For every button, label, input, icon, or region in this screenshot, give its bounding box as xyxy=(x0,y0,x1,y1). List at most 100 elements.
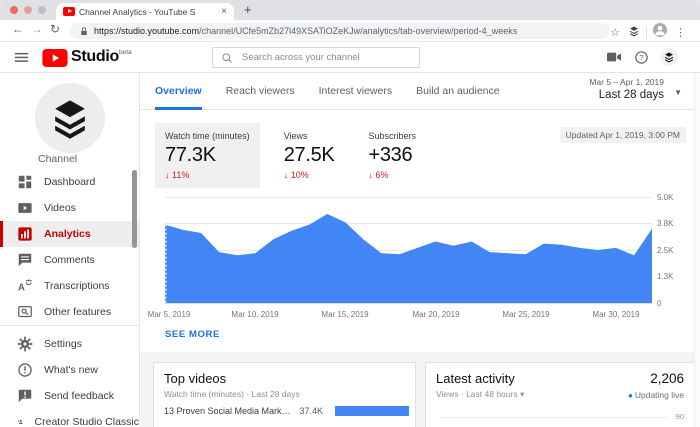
tab-overview[interactable]: Overview xyxy=(155,73,202,110)
latest-activity-subtitle[interactable]: Views · Last 48 hours ▾ xyxy=(436,389,524,400)
date-range-picker[interactable]: Mar 5 – Apr 1, 2019 Last 28 days ▼ xyxy=(589,77,664,101)
youtube-logo[interactable] xyxy=(42,49,68,72)
svg-text:?: ? xyxy=(639,53,643,62)
studio-brand-text: Studio xyxy=(71,48,119,66)
metric-delta: ↓ 10% xyxy=(284,170,335,180)
latest-activity-total: 2,206 xyxy=(650,371,684,386)
channel-avatar[interactable] xyxy=(35,83,105,153)
create-video-icon[interactable] xyxy=(606,50,622,69)
sidebar-item-label: Dashboard xyxy=(44,176,95,188)
studio-header: Studio beta ? xyxy=(0,42,700,73)
layers-logo-icon xyxy=(663,51,675,63)
sidebar-item-label: What's new xyxy=(44,364,98,376)
sidebar-item-comments[interactable]: Comments xyxy=(0,247,139,273)
browser-menu-icon[interactable]: ⋮ xyxy=(675,26,686,39)
search-input[interactable] xyxy=(242,52,402,63)
sidebar-item-label: Creator Studio Classic xyxy=(35,416,139,427)
top-video-title: 13 Proven Social Media Marketing Tips f.… xyxy=(164,406,293,416)
top-videos-subtitle: Watch time (minutes) · Last 28 days xyxy=(164,389,300,399)
sidebar-item-label: Comments xyxy=(44,254,95,266)
sidebar-item-other-features[interactable]: Other features xyxy=(0,299,139,325)
sidebar: Channel Dashboard Videos Analytics xyxy=(0,73,140,427)
browser-tab[interactable]: Channel Analytics - YouTube S × xyxy=(56,3,234,20)
tab-reach-viewers[interactable]: Reach viewers xyxy=(226,73,295,110)
top-video-bar xyxy=(335,406,409,416)
analytics-icon xyxy=(17,226,33,242)
tab-close-icon[interactable]: × xyxy=(221,7,227,17)
sidebar-item-send-feedback[interactable]: Send feedback xyxy=(0,383,139,409)
sidebar-item-analytics[interactable]: Analytics xyxy=(0,221,139,247)
help-icon[interactable]: ? xyxy=(634,50,649,70)
bookmark-star-icon[interactable]: ☆ xyxy=(610,26,620,39)
top-videos-title: Top videos xyxy=(164,371,226,386)
whats-new-icon xyxy=(17,362,33,378)
y-axis-tick: 2.5K xyxy=(657,246,691,255)
account-avatar[interactable] xyxy=(660,48,678,66)
metric-label: Views xyxy=(284,131,335,141)
hamburger-menu-icon[interactable] xyxy=(14,50,29,70)
beta-badge: beta xyxy=(119,49,132,56)
metric-card-subscribers[interactable]: Subscribers +336 ↓ 6% xyxy=(358,123,426,188)
window-close-button[interactable] xyxy=(10,6,18,14)
y-axis-tick: 3.8K xyxy=(657,219,691,228)
toolbar-divider xyxy=(646,27,647,39)
sidebar-item-videos[interactable]: Videos xyxy=(0,195,139,221)
layers-logo-icon xyxy=(48,96,92,140)
window-minimize-button[interactable] xyxy=(24,6,32,14)
sidebar-item-label: Transcriptions xyxy=(44,280,110,292)
metric-card-views[interactable]: Views 27.5K ↓ 10% xyxy=(274,123,345,188)
padlock-icon[interactable] xyxy=(79,26,89,37)
chevron-down-icon: ▾ xyxy=(520,389,524,399)
overview-panel: Watch time (minutes) 77.3K ↓ 11% Views 2… xyxy=(141,110,700,352)
latest-activity-card: Latest activity 2,206 Views · Last 48 ho… xyxy=(425,362,697,427)
metric-value: 27.5K xyxy=(284,144,335,167)
sidebar-item-settings[interactable]: Settings xyxy=(0,331,139,357)
live-dot-icon: ● xyxy=(628,391,633,400)
transcriptions-icon: A xyxy=(17,278,33,294)
sidebar-item-dashboard[interactable]: Dashboard xyxy=(0,169,139,195)
x-axis-tick: Mar 30, 2019 xyxy=(592,310,639,319)
y-axis-tick: 5.0K xyxy=(657,193,691,202)
window-zoom-button[interactable] xyxy=(38,6,46,14)
top-video-row[interactable]: 13 Proven Social Media Marketing Tips f.… xyxy=(164,406,409,416)
watch-time-area-chart[interactable] xyxy=(165,197,652,303)
main-content: Overview Reach viewers Interest viewers … xyxy=(141,73,700,427)
reload-button[interactable]: ↻ xyxy=(50,22,60,36)
chart-baseline xyxy=(165,303,652,304)
sidebar-item-whats-new[interactable]: What's new xyxy=(0,357,139,383)
browser-profile-avatar[interactable] xyxy=(653,23,667,42)
metric-label: Watch time (minutes) xyxy=(165,131,250,141)
videos-icon xyxy=(17,200,33,216)
browser-window: Channel Analytics - YouTube S × + ← → ↻ … xyxy=(0,0,700,427)
search-icon xyxy=(221,52,233,64)
channel-search-box[interactable] xyxy=(212,47,420,68)
metric-cards: Watch time (minutes) 77.3K ↓ 11% Views 2… xyxy=(155,123,426,188)
mini-chart-gridline xyxy=(440,417,668,418)
extension-layers-icon[interactable] xyxy=(628,24,640,42)
other-features-icon xyxy=(17,304,33,320)
latest-activity-title: Latest activity xyxy=(436,371,515,386)
metric-card-watch-time[interactable]: Watch time (minutes) 77.3K ↓ 11% xyxy=(155,123,260,188)
forward-button[interactable]: → xyxy=(31,22,43,36)
back-button[interactable]: ← xyxy=(12,22,24,36)
tab-title: Channel Analytics - YouTube S xyxy=(79,7,217,17)
sidebar-item-creator-studio-classic[interactable]: Creator Studio Classic xyxy=(0,409,139,427)
page-scrollbar[interactable] xyxy=(694,73,700,427)
top-video-value: 37.4K xyxy=(299,406,327,416)
svg-text:A: A xyxy=(18,282,25,293)
sidebar-item-transcriptions[interactable]: A Transcriptions xyxy=(0,273,139,299)
sidebar-scrollbar-thumb[interactable] xyxy=(132,170,137,248)
send-feedback-icon xyxy=(17,388,33,404)
metric-value: +336 xyxy=(368,144,416,167)
sidebar-section-label: Channel xyxy=(38,153,77,165)
new-tab-button[interactable]: + xyxy=(244,2,252,17)
see-more-link[interactable]: SEE MORE xyxy=(165,329,220,340)
tab-build-an-audience[interactable]: Build an audience xyxy=(416,73,499,110)
address-bar[interactable]: https://studio.youtube.com/channel/UCfe5… xyxy=(70,23,610,39)
tab-interest-viewers[interactable]: Interest viewers xyxy=(319,73,393,110)
url-text: https://studio.youtube.com/channel/UCfe5… xyxy=(94,26,517,36)
x-axis-tick: Mar 25, 2019 xyxy=(502,310,549,319)
settings-gear-icon xyxy=(17,336,33,352)
metric-label: Subscribers xyxy=(368,131,416,141)
url-domain: studio.youtube.com xyxy=(121,26,199,36)
